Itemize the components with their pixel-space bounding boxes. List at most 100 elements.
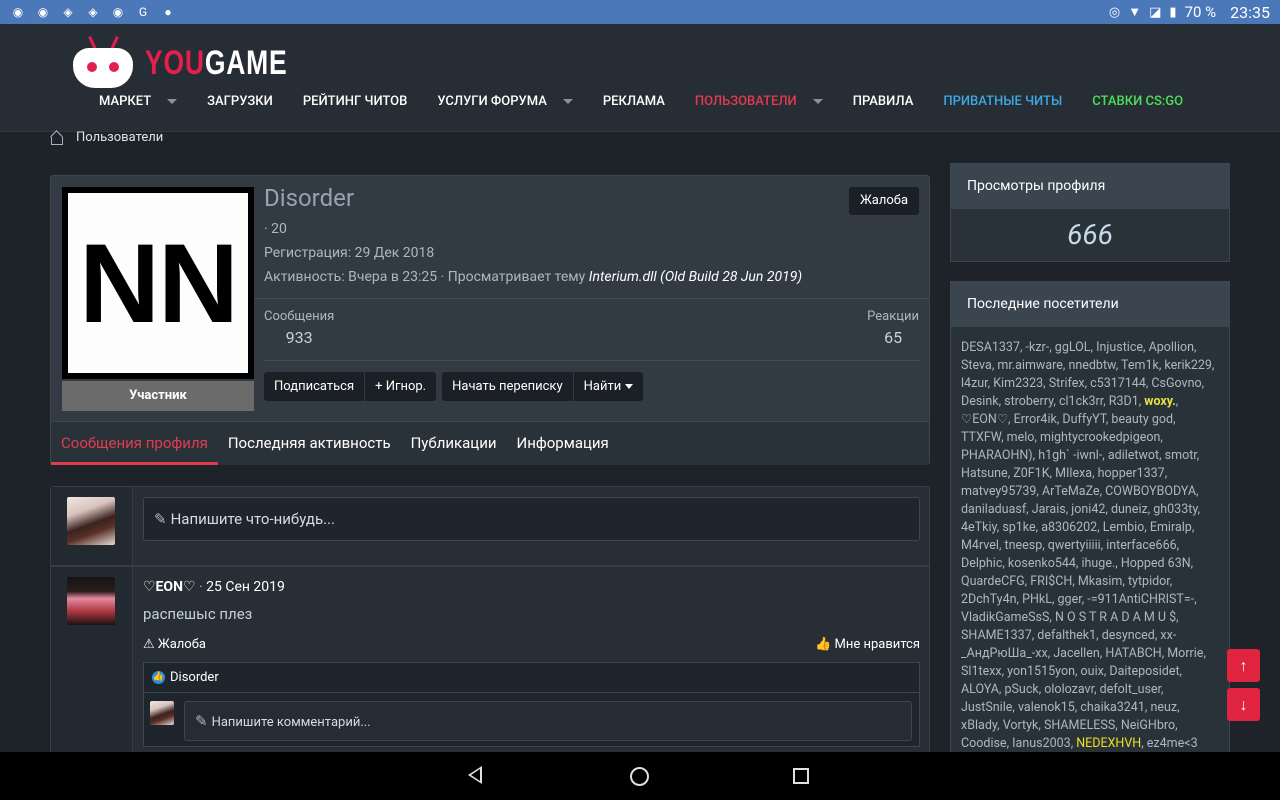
visitor-link[interactable]: Strifex [1049,376,1085,391]
visitor-link[interactable]: Vortyk [1003,718,1039,733]
visitor-link[interactable]: Lembio [1103,520,1145,535]
visitor-link[interactable]: mightycrookedpigeon [1040,430,1160,445]
visitor-link[interactable]: Apollion [1149,340,1194,355]
nav-item-5[interactable]: ПОЛЬЗОВАТЕЛИ [695,94,823,109]
visitor-link[interactable]: duneiz [1111,502,1148,517]
visitor-link[interactable]: gger [1058,592,1082,607]
messages-stat[interactable]: Сообщения 933 [264,309,334,347]
visitor-link[interactable]: Hopped 63N [1121,556,1191,571]
report-button[interactable]: Жалоба [849,187,919,215]
visitor-link[interactable]: Morrie [1167,646,1203,661]
visitor-link[interactable]: N O S T R A D A M U $ [1055,610,1176,625]
visitor-link[interactable]: Hatsune [961,466,1008,481]
visitor-link[interactable]: gh033ty [1153,502,1197,517]
visitor-link[interactable]: Mkasim [1078,574,1123,589]
start-conversation-button[interactable]: Начать переписку [442,372,574,401]
visitor-link[interactable]: yon1515yon [1007,664,1075,679]
visitor-link[interactable]: ez4me<3 [1147,736,1198,751]
visitor-link[interactable]: daniladuasf [961,502,1026,517]
visitor-link[interactable]: R3D1 [1109,394,1139,409]
scroll-up-button[interactable]: ↑ [1227,649,1260,682]
visitor-link[interactable]: kosenko544 [1008,556,1076,571]
post-date[interactable]: 25 Сен 2019 [206,579,285,595]
visitor-link[interactable]: Tem1k [1121,358,1159,373]
visitor-link[interactable]: COWBOYBODYA [1105,484,1196,499]
visitor-link[interactable]: neuz [1150,700,1177,715]
visitor-link[interactable]: NeiGHbro [1121,718,1175,733]
visitor-link[interactable]: Kim2323 [993,376,1043,391]
nav-item-0[interactable]: МАРКЕТ [99,94,178,109]
visitor-link[interactable]: Jarais [1032,502,1066,517]
scroll-down-button[interactable]: ↓ [1227,688,1260,721]
visitor-link[interactable]: nnedbtw [1068,358,1115,373]
visitor-link[interactable]: chaika3241 [1080,700,1145,715]
nav-item-3[interactable]: УСЛУГИ ФОРУМА [437,94,573,109]
nav-item-8[interactable]: СТАВКИ CS:GO [1092,94,1183,109]
visitor-link[interactable]: SHAMELESS [1044,718,1115,733]
breadcrumb-item-users[interactable]: Пользователи [76,130,163,145]
visitor-link[interactable]: woxy. [1144,394,1175,409]
visitor-link[interactable]: QuardeCFG [961,574,1025,589]
likes-summary[interactable]: 👍 Disorder [144,663,919,693]
visitor-link[interactable]: M4rvel [961,538,999,553]
visitor-link[interactable]: c5317144 [1090,376,1146,391]
site-logo[interactable]: YOUGAME [73,36,328,90]
visitor-link[interactable]: interface666 [1106,538,1176,553]
visitor-link[interactable]: Emiralp [1150,520,1192,535]
visitor-link[interactable]: mr.aimware [997,358,1063,373]
like-link[interactable]: 👍 Мне нравится [815,637,920,652]
visitor-link[interactable]: stroberry [1004,394,1053,409]
visitor-link[interactable]: melo [1007,430,1035,445]
visitor-link[interactable]: ArTeMaZe [1042,484,1100,499]
visitor-link[interactable]: desynced [1102,628,1155,643]
visitor-link[interactable]: Z0F1K [1013,466,1049,481]
visitor-link[interactable]: adiletwot [1108,448,1159,463]
visitor-link[interactable]: Injustice [1096,340,1143,355]
profile-tab-0[interactable]: Сообщения профиля [51,422,218,465]
visitor-link[interactable]: kerik229 [1164,358,1212,373]
visitor-link[interactable]: DESA1337 [961,340,1020,355]
visitor-link[interactable]: Sl1texx [961,664,1002,679]
visitor-link[interactable]: TTXFW [961,430,1001,445]
visitor-link[interactable]: PHkL [1022,592,1052,607]
home-icon[interactable] [50,131,64,145]
comment-input[interactable]: ✎ Напишите комментарий... [184,701,912,741]
home-button-icon[interactable] [630,767,649,786]
subscribe-button[interactable]: Подписаться [264,372,366,401]
visitor-link[interactable]: hopper1337 [1098,466,1165,481]
visitor-link[interactable]: defolt_user [1100,682,1161,697]
visitor-link[interactable]: sp1ke [1002,520,1035,535]
visitor-link[interactable]: -=911AntiCHRIST=- [1087,592,1194,607]
visitor-link[interactable]: -kzr- [1026,340,1050,355]
visitor-link[interactable]: a8306202 [1041,520,1097,535]
visitor-link[interactable]: ♡EON♡ [961,412,1008,427]
find-dropdown[interactable]: Найти [573,372,644,401]
visitor-link[interactable]: h1gh` -iwnl- [1038,448,1102,463]
nav-item-6[interactable]: ПРАВИЛА [853,94,914,109]
visitor-link[interactable]: Ianus2003 [1012,736,1071,751]
visitor-link[interactable]: ggLOL [1055,340,1091,355]
profile-post-input[interactable]: ✎ Напишите что-нибудь... [143,497,920,541]
reactions-stat[interactable]: Реакции 65 [867,309,919,347]
visitor-link[interactable]: matvey95739 [961,484,1036,499]
ignore-button[interactable]: + Игнор. [365,372,437,401]
visitor-link[interactable]: smotr [1165,448,1197,463]
visitor-link[interactable]: xBlady [961,718,997,733]
post-author[interactable]: ♡EON♡ [143,579,196,595]
visitor-link[interactable]: beauty god [1111,412,1173,427]
visitor-link[interactable]: Jacellen [1053,646,1099,661]
visitor-link[interactable]: cl1ck3rr [1059,394,1103,409]
visitor-link[interactable]: VladikGameSsS [961,610,1049,625]
post-report-link[interactable]: ⚠ Жалоба [143,637,206,652]
activity-topic-link[interactable]: Interium.dll (Old Build 28 Jun 2019) [589,269,802,285]
visitor-link[interactable]: defalthek1 [1037,628,1096,643]
profile-tab-3[interactable]: Информация [507,422,619,465]
visitor-link[interactable]: CsGovno [1151,376,1201,391]
current-user-avatar[interactable] [67,497,115,545]
visitor-link[interactable]: MIlexa [1055,466,1092,481]
visitor-link[interactable]: FRI$CH [1030,574,1072,589]
visitor-link[interactable]: Steva [961,358,992,373]
visitor-link[interactable]: qwertyiiiii [1048,538,1101,553]
visitor-link[interactable]: Delphic [961,556,1002,571]
visitor-link[interactable]: valenok15 [1018,700,1075,715]
